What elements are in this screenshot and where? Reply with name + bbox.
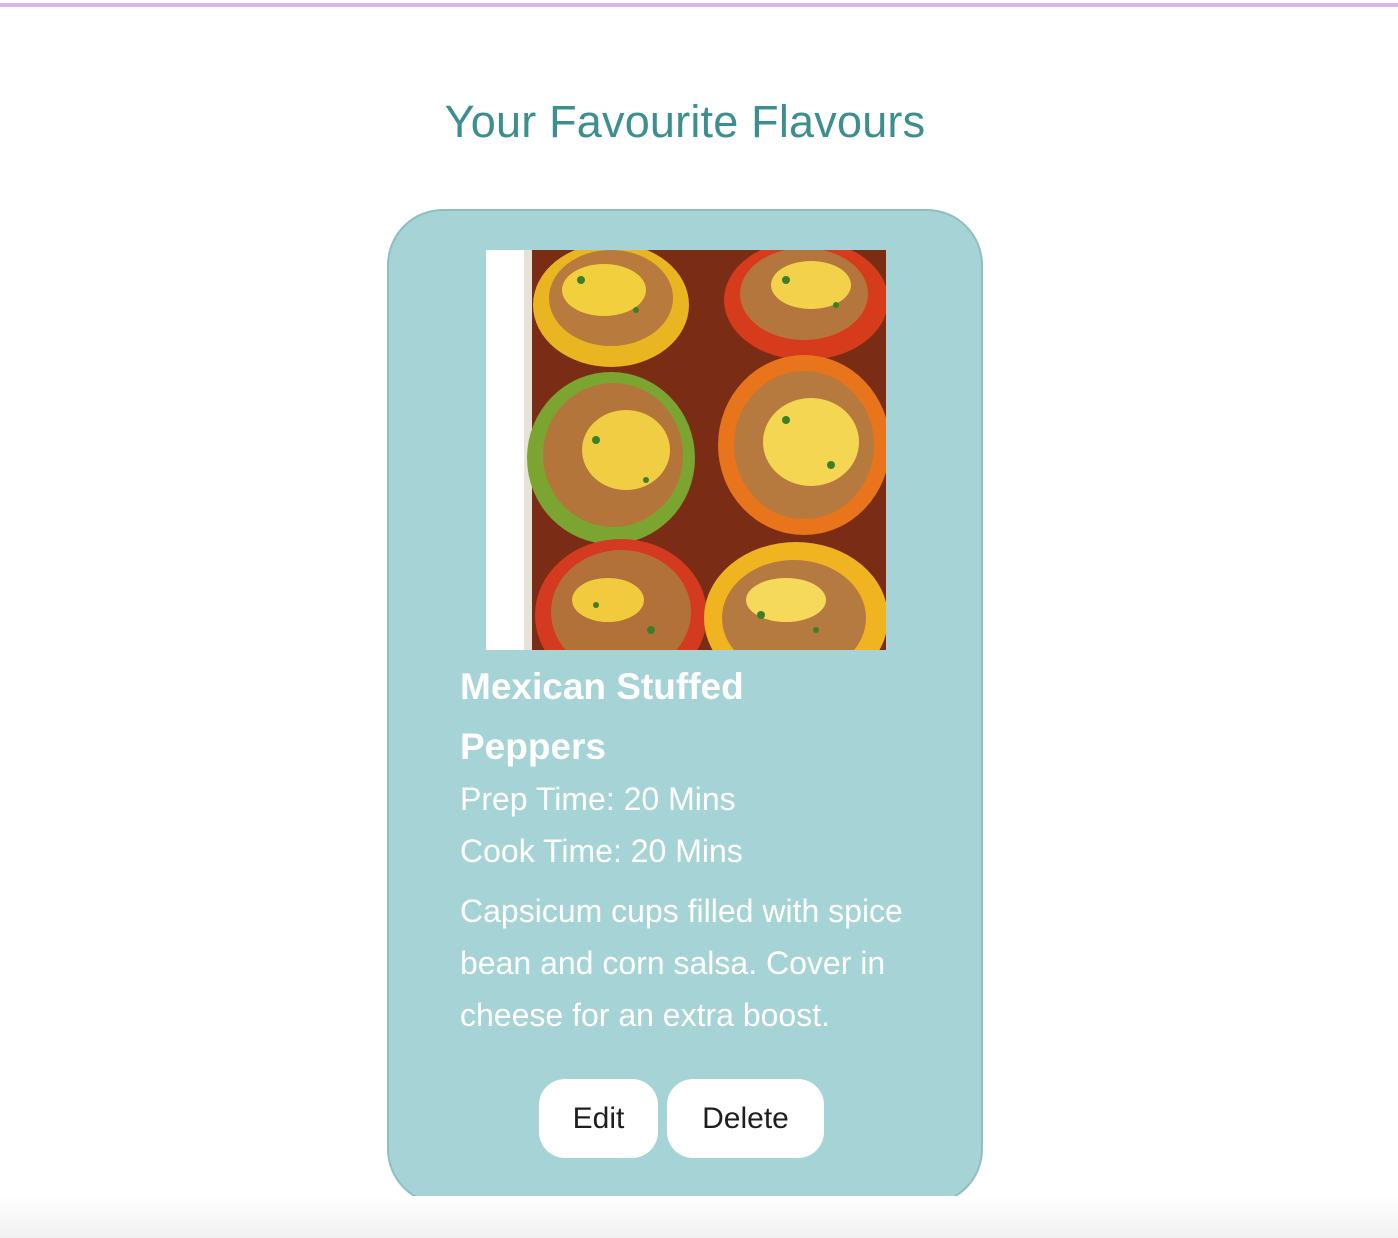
cook-time: Cook Time: 20 Mins xyxy=(460,833,743,869)
prep-time: Prep Time: 20 Mins xyxy=(460,781,736,817)
page-title: Your Favourite Flavours xyxy=(444,96,926,147)
delete-button[interactable]: Delete xyxy=(667,1079,824,1158)
top-accent-border xyxy=(0,3,1398,7)
recipe-image xyxy=(486,250,886,650)
recipe-card: Mexican Stuffed Peppers Prep Time: 20 Mi… xyxy=(387,209,983,1205)
bottom-edge xyxy=(0,1196,1398,1238)
recipe-name: Mexican Stuffed Peppers xyxy=(460,666,744,767)
edit-button[interactable]: Edit xyxy=(539,1079,658,1158)
recipe-description: Capsicum cups filled with spice bean and… xyxy=(460,893,903,1033)
stuffed-peppers-photo xyxy=(486,250,886,650)
